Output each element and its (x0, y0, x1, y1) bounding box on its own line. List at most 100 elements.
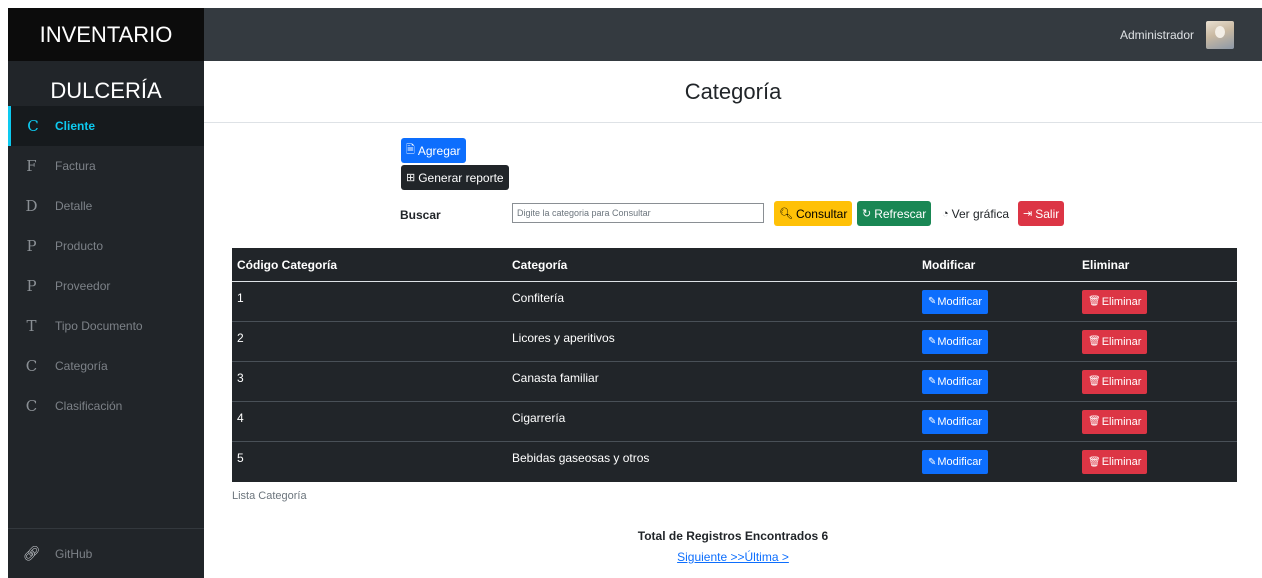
refresh-icon: ↻ (862, 208, 872, 220)
category-code: 3 (237, 371, 244, 385)
sidebar-item-label: Clasificación (55, 399, 123, 413)
sidebar-item-cliente[interactable]: C Cliente (8, 106, 204, 146)
brand-title: INVENTARIO (8, 8, 204, 61)
sidebar-item-letter: F (26, 157, 37, 175)
column-header: Modificar (922, 257, 976, 272)
category-name: Canasta familiar (512, 371, 599, 385)
table-row: 1 Confitería ✎ Modificar 🗑︎ Eliminar (232, 282, 1237, 322)
table-caption: Lista Categoría (232, 490, 307, 502)
delete-button[interactable]: 🗑︎ Eliminar (1082, 450, 1148, 474)
sidebar-item-categoria[interactable]: C Categoría (8, 346, 204, 386)
sidebar-item-detalle[interactable]: D Detalle (8, 186, 204, 226)
trash-icon: 🗑︎ (1088, 416, 1101, 427)
file-add-icon: 🗎︎ (406, 144, 415, 156)
refresh-button[interactable]: ↻ Refrescar (857, 201, 932, 226)
category-name: Confitería (512, 291, 565, 305)
sidebar-item-clasificacion[interactable]: C Clasificación (8, 386, 204, 426)
delete-cell: 🗑︎ Eliminar (1077, 289, 1237, 314)
page-header: Categoría (204, 61, 1262, 123)
sidebar-item-factura[interactable]: F Factura (8, 146, 204, 186)
app-frame: INVENTARIO DULCERÍA C Cliente F Factura … (8, 8, 1262, 578)
table-header-row: Código Categoría Categoría Modificar Eli… (232, 248, 1237, 282)
edit-icon: ✎ (928, 416, 937, 427)
edit-icon: ✎ (928, 456, 937, 468)
column-header: Categoría (512, 257, 568, 272)
modify-button-label: Modificar (937, 295, 983, 308)
delete-button-label: Eliminar (1101, 456, 1142, 468)
sidebar-item-label: Tipo Documento (55, 319, 143, 333)
modify-button-label: Modificar (937, 335, 983, 348)
delete-cell: 🗑︎ Eliminar (1077, 409, 1237, 434)
delete-button-label: Eliminar (1101, 375, 1142, 388)
search-input[interactable] (512, 203, 764, 223)
generate-report-button[interactable]: ⊞ Generar reporte (401, 165, 509, 190)
modify-button[interactable]: ✎ Modificar (922, 289, 989, 314)
category-code: 1 (237, 291, 244, 305)
delete-cell: 🗑︎ Eliminar (1077, 450, 1237, 474)
sidebar-item-github[interactable]: 🔗︎ GitHub (8, 528, 204, 578)
refresh-button-label: Refrescar (874, 206, 927, 221)
excel-file-icon: ⊞ (406, 172, 416, 184)
logout-icon: ⇥ (1023, 208, 1033, 220)
trash-icon: 🗑︎ (1088, 296, 1101, 307)
column-header: Eliminar (1082, 257, 1130, 272)
user-name[interactable]: Administrador (1120, 28, 1194, 42)
last-page-link[interactable]: Última > (745, 550, 789, 564)
delete-button[interactable]: 🗑︎ Eliminar (1082, 369, 1148, 394)
link-icon: 🔗︎ (22, 545, 41, 562)
delete-cell: 🗑︎ Eliminar (1077, 329, 1237, 354)
sidebar-item-letter: C (25, 397, 38, 415)
sidebar-item-proveedor[interactable]: P Proveedor (8, 266, 204, 306)
trash-icon: 🗑︎ (1088, 456, 1101, 468)
delete-button[interactable]: 🗑︎ Eliminar (1082, 289, 1148, 314)
delete-button[interactable]: 🗑︎ Eliminar (1082, 409, 1148, 434)
modify-button[interactable]: ✎ Modificar (922, 409, 989, 434)
category-table: Código Categoría Categoría Modificar Eli… (232, 248, 1237, 482)
pagination: Siguiente >>Última > (204, 550, 1262, 564)
generate-report-button-label: Generar reporte (418, 170, 504, 185)
modify-cell: ✎ Modificar (917, 289, 1077, 314)
modify-button-label: Modificar (937, 415, 983, 428)
modify-button[interactable]: ✎ Modificar (922, 450, 989, 474)
table-row: 5 Bebidas gaseosas y otros ✎ Modificar 🗑︎… (232, 442, 1237, 482)
edit-icon: ✎ (928, 296, 937, 307)
table-row: 3 Canasta familiar ✎ Modificar 🗑︎ Eliminar (232, 362, 1237, 402)
sidebar-item-producto[interactable]: P Producto (8, 226, 204, 266)
delete-button[interactable]: 🗑︎ Eliminar (1082, 329, 1148, 354)
avatar[interactable] (1206, 20, 1234, 49)
exit-button[interactable]: ⇥ Salir (1018, 201, 1065, 226)
consult-button-label: Consultar (795, 206, 848, 221)
main-content: Categoría 🗎︎ Agregar ⊞ Generar reporte B… (204, 61, 1262, 578)
sidebar-item-letter: T (26, 317, 37, 335)
consult-button[interactable]: 🔍︎ Consultar (774, 201, 853, 226)
category-code: 4 (237, 411, 244, 425)
total-records: Total de Registros Encontrados 6 (637, 529, 829, 543)
view-chart-button-label: Ver gráfica (951, 206, 1010, 221)
category-code: 5 (237, 451, 244, 465)
add-button-label: Agregar (417, 143, 461, 158)
modify-cell: ✎ Modificar (917, 369, 1077, 394)
sidebar-item-label: Categoría (55, 359, 108, 373)
modify-button[interactable]: ✎ Modificar (922, 369, 989, 394)
sidebar-nav: C Cliente F Factura D Detalle P Producto… (8, 106, 204, 426)
sidebar-item-letter: D (25, 197, 38, 215)
top-bar: Administrador (204, 8, 1262, 61)
trash-icon: 🗑︎ (1088, 336, 1101, 347)
modify-cell: ✎ Modificar (917, 409, 1077, 434)
view-chart-button[interactable]: ◔ Ver gráfica (937, 201, 1014, 226)
modify-button[interactable]: ✎ Modificar (922, 329, 989, 354)
table-row: 2 Licores y aperitivos ✎ Modificar 🗑︎ Elim… (232, 322, 1237, 362)
delete-button-label: Eliminar (1101, 335, 1142, 348)
pie-chart-icon: ◔ (942, 207, 949, 220)
search-label: Buscar (400, 208, 441, 222)
sidebar-item-tipo-documento[interactable]: T Tipo Documento (8, 306, 204, 346)
modify-cell: ✎ Modificar (917, 450, 1077, 474)
category-code: 2 (237, 331, 244, 345)
sidebar-item-label: Cliente (55, 119, 96, 133)
modify-cell: ✎ Modificar (917, 329, 1077, 354)
next-page-link[interactable]: Siguiente >> (677, 550, 744, 564)
sidebar-item-letter: C (25, 357, 38, 375)
edit-icon: ✎ (928, 376, 937, 387)
modify-button-label: Modificar (937, 375, 983, 388)
add-button[interactable]: 🗎︎ Agregar (401, 138, 466, 163)
